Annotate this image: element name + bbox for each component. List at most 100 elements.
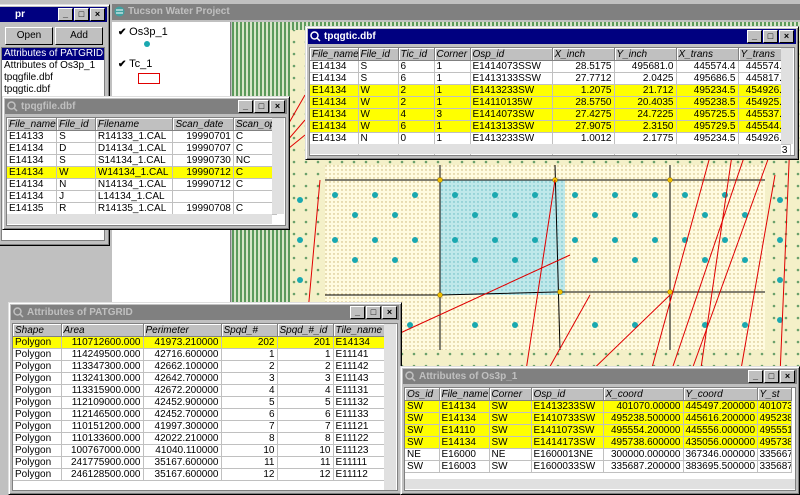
table-row[interactable]: E14134 J L14134_1.CAL [7, 190, 278, 203]
column-header[interactable]: Corner [434, 48, 471, 61]
column-header[interactable]: Tic_id [398, 48, 435, 61]
patgrid-titlebar[interactable]: Attributes of PATGRID _ □ × [11, 305, 399, 320]
check-icon[interactable]: ✔ [118, 59, 126, 70]
column-header[interactable]: File_id [358, 48, 399, 61]
table-row[interactable]: NE E16000 NE E1600013NE 300000.000000 367346.… [405, 448, 792, 461]
table-row[interactable]: Polygon 112146500.000 42452.700000 6 6 E11133 [13, 408, 386, 421]
table-row[interactable]: E14134 W 2 1 E14110135W 28.5750 20.4035 495238.… [310, 96, 791, 109]
column-header[interactable]: Osp_id [531, 388, 604, 401]
close-button[interactable]: × [382, 306, 397, 319]
column-header[interactable]: Scan_date [172, 118, 234, 131]
minimize-button[interactable]: _ [747, 30, 762, 43]
column-header[interactable]: Spqd_#_id [277, 324, 334, 337]
table-row[interactable]: Polygon 110712600.000 41973.210000 202 201 E1… [13, 336, 386, 349]
maximize-button[interactable]: □ [764, 370, 779, 383]
column-header[interactable]: X_inch [552, 48, 615, 61]
column-header[interactable]: File_name [7, 118, 58, 131]
check-icon[interactable]: ✔ [118, 27, 126, 38]
column-header[interactable]: Y_coord [683, 388, 758, 401]
table-cell: E11132 [333, 396, 386, 409]
legend-item-os3p[interactable]: ✔ Os3p_1 [118, 26, 168, 47]
table-row[interactable]: Polygon 113241300.000 42642.700000 3 3 E11143 [13, 372, 386, 385]
minimize-button[interactable]: _ [748, 370, 763, 383]
os3p-horizontal-scrollbar[interactable] [405, 479, 795, 489]
table-cell: C [233, 142, 278, 155]
open-button[interactable]: Open [5, 27, 53, 45]
table-row[interactable]: E14134 N 0 1 E1413233SW 1.0012 2.1775 495234.5 4… [310, 132, 791, 145]
table-row[interactable]: Polygon 114249500.000 42716.600000 1 1 E11141 [13, 348, 386, 361]
table-row[interactable]: E14134 S S14134_1.CAL 19990730 NC [7, 154, 278, 167]
maximize-button[interactable]: □ [763, 30, 778, 43]
column-header[interactable]: File_name [439, 388, 490, 401]
tpqgfile-titlebar[interactable]: tpqgfile.dbf _ □ × [5, 99, 287, 114]
table-cell: 0 [398, 132, 435, 145]
table-row[interactable]: Polygon 110151200.000 41997.300000 7 7 E11121 [13, 420, 386, 433]
column-header[interactable]: Y_inch [614, 48, 677, 61]
tpqgfile-vertical-scrollbar[interactable] [272, 118, 284, 214]
table-row[interactable]: Polygon 100767000.000 41040.110000 10 10 E111… [13, 444, 386, 457]
maximize-button[interactable]: □ [254, 100, 269, 113]
table-row[interactable]: E14134 W 6 1 E1413133SW 27.9075 2.3150 495729.5… [310, 120, 791, 133]
table-row[interactable]: Polygon 241775900.000 35167.600000 11 11 E111… [13, 456, 386, 469]
table-row[interactable]: SW E14134 SW E1414173SW 495738.600000 435056.… [405, 436, 792, 449]
table-row[interactable]: Polygon 112109000.000 42452.900000 5 5 E11132 [13, 396, 386, 409]
project-item[interactable]: tpqgfile.dbf [2, 72, 104, 84]
project-item[interactable]: Attributes of PATGRID [2, 48, 104, 60]
minimize-button[interactable]: _ [350, 306, 365, 319]
column-header[interactable]: X_coord [603, 388, 684, 401]
table-row[interactable]: E14135 R R14135_1.CAL 19990708 C [7, 202, 278, 215]
table-row[interactable]: E14134 W W14134_1.CAL 19990712 C [7, 166, 278, 179]
close-button[interactable]: × [270, 100, 285, 113]
legend-item-tc[interactable]: ✔ Tc_1 [118, 58, 160, 84]
maximize-button[interactable]: □ [74, 8, 89, 21]
table-row[interactable]: E14134 S 6 1 E1413133SSW 27.7712 2.0425 495686.… [310, 72, 791, 85]
tpqgtic-vertical-scrollbar[interactable] [781, 48, 793, 144]
column-header[interactable]: Perimeter [143, 324, 222, 337]
project-item[interactable]: Attributes of Os3p_1 [2, 60, 104, 72]
column-header[interactable]: Scan_op [233, 118, 278, 131]
table-row[interactable]: SW E14110 SW E1411073SW 495554.200000 445556.… [405, 424, 792, 437]
table-row[interactable]: SW E14134 SW E1413233SW 401070.00000 445497.2… [405, 400, 792, 413]
table-cell: 2 [277, 360, 334, 373]
close-button[interactable]: × [779, 30, 794, 43]
table-row[interactable]: E14134 W 4 3 E1414073SW 27.4275 24.7225 495725.… [310, 108, 791, 121]
table-row[interactable]: Polygon 113315900.000 42672.200000 4 4 E11131 [13, 384, 386, 397]
tpqgtic-titlebar[interactable]: tpqgtic.dbf _ □ × [308, 29, 796, 44]
column-header[interactable]: Y_st [757, 388, 792, 401]
column-header[interactable]: Filename [95, 118, 174, 131]
table-row[interactable]: E14134 W 2 1 E1413233SW 1.2075 21.712 495234.5 4… [310, 84, 791, 97]
column-header[interactable]: Shape [13, 324, 62, 337]
table-row[interactable]: SW E14134 SW E1410733SW 495238.500000 445616.… [405, 412, 792, 425]
close-button[interactable]: × [780, 370, 795, 383]
table-cell: 495738.600000 [603, 436, 684, 449]
column-header[interactable]: File_name [310, 48, 359, 61]
project-window-titlebar[interactable]: pr _ □ × [0, 7, 107, 22]
column-header[interactable]: Corner [489, 388, 532, 401]
add-button[interactable]: Add [55, 27, 103, 45]
tpqgtic-horizontal-scrollbar[interactable] [310, 144, 781, 154]
column-header[interactable]: File_id [56, 118, 96, 131]
table-row[interactable]: E14134 D D14134_1.CAL 19990707 C [7, 142, 278, 155]
close-button[interactable]: × [90, 8, 105, 21]
table-row[interactable]: E14134 S 6 1 E1414073SSW 28.5175 495681.0 44557… [310, 60, 791, 73]
view-window-titlebar[interactable]: Tucson Water Project [112, 4, 800, 20]
column-header[interactable]: Osp_id [470, 48, 553, 61]
table-row[interactable]: SW E16003 SW E1600033SW 335687.200000 383695.… [405, 460, 792, 473]
column-header[interactable]: Spqd_# [221, 324, 278, 337]
column-header[interactable]: X_trans [676, 48, 739, 61]
table-row[interactable]: E14134 N N14134_1.CAL 19990712 C [7, 178, 278, 191]
table-row[interactable]: Polygon 110133600.000 42022.210000 8 8 E11122 [13, 432, 386, 445]
maximize-button[interactable]: □ [366, 306, 381, 319]
column-header[interactable]: Tile_name [333, 324, 386, 337]
minimize-button[interactable]: _ [58, 8, 73, 21]
minimize-button[interactable]: _ [238, 100, 253, 113]
column-header[interactable]: Area [61, 324, 144, 337]
patgrid-vertical-scrollbar[interactable] [384, 324, 396, 490]
os3p-titlebar[interactable]: Attributes of Os3p_1 _ □ × [403, 369, 797, 384]
table-row[interactable]: Polygon 113347300.000 42662.100000 2 2 E11142 [13, 360, 386, 373]
tpqgfile-horizontal-scrollbar[interactable] [7, 214, 272, 224]
column-header[interactable]: Os_id [405, 388, 440, 401]
table-row[interactable]: E14133 S R14133_1.CAL 19990701 C [7, 130, 278, 143]
table-row[interactable]: Polygon 246128500.000 35167.600000 12 12 E111… [13, 468, 386, 481]
project-item[interactable]: tpqgtic.dbf [2, 84, 104, 96]
